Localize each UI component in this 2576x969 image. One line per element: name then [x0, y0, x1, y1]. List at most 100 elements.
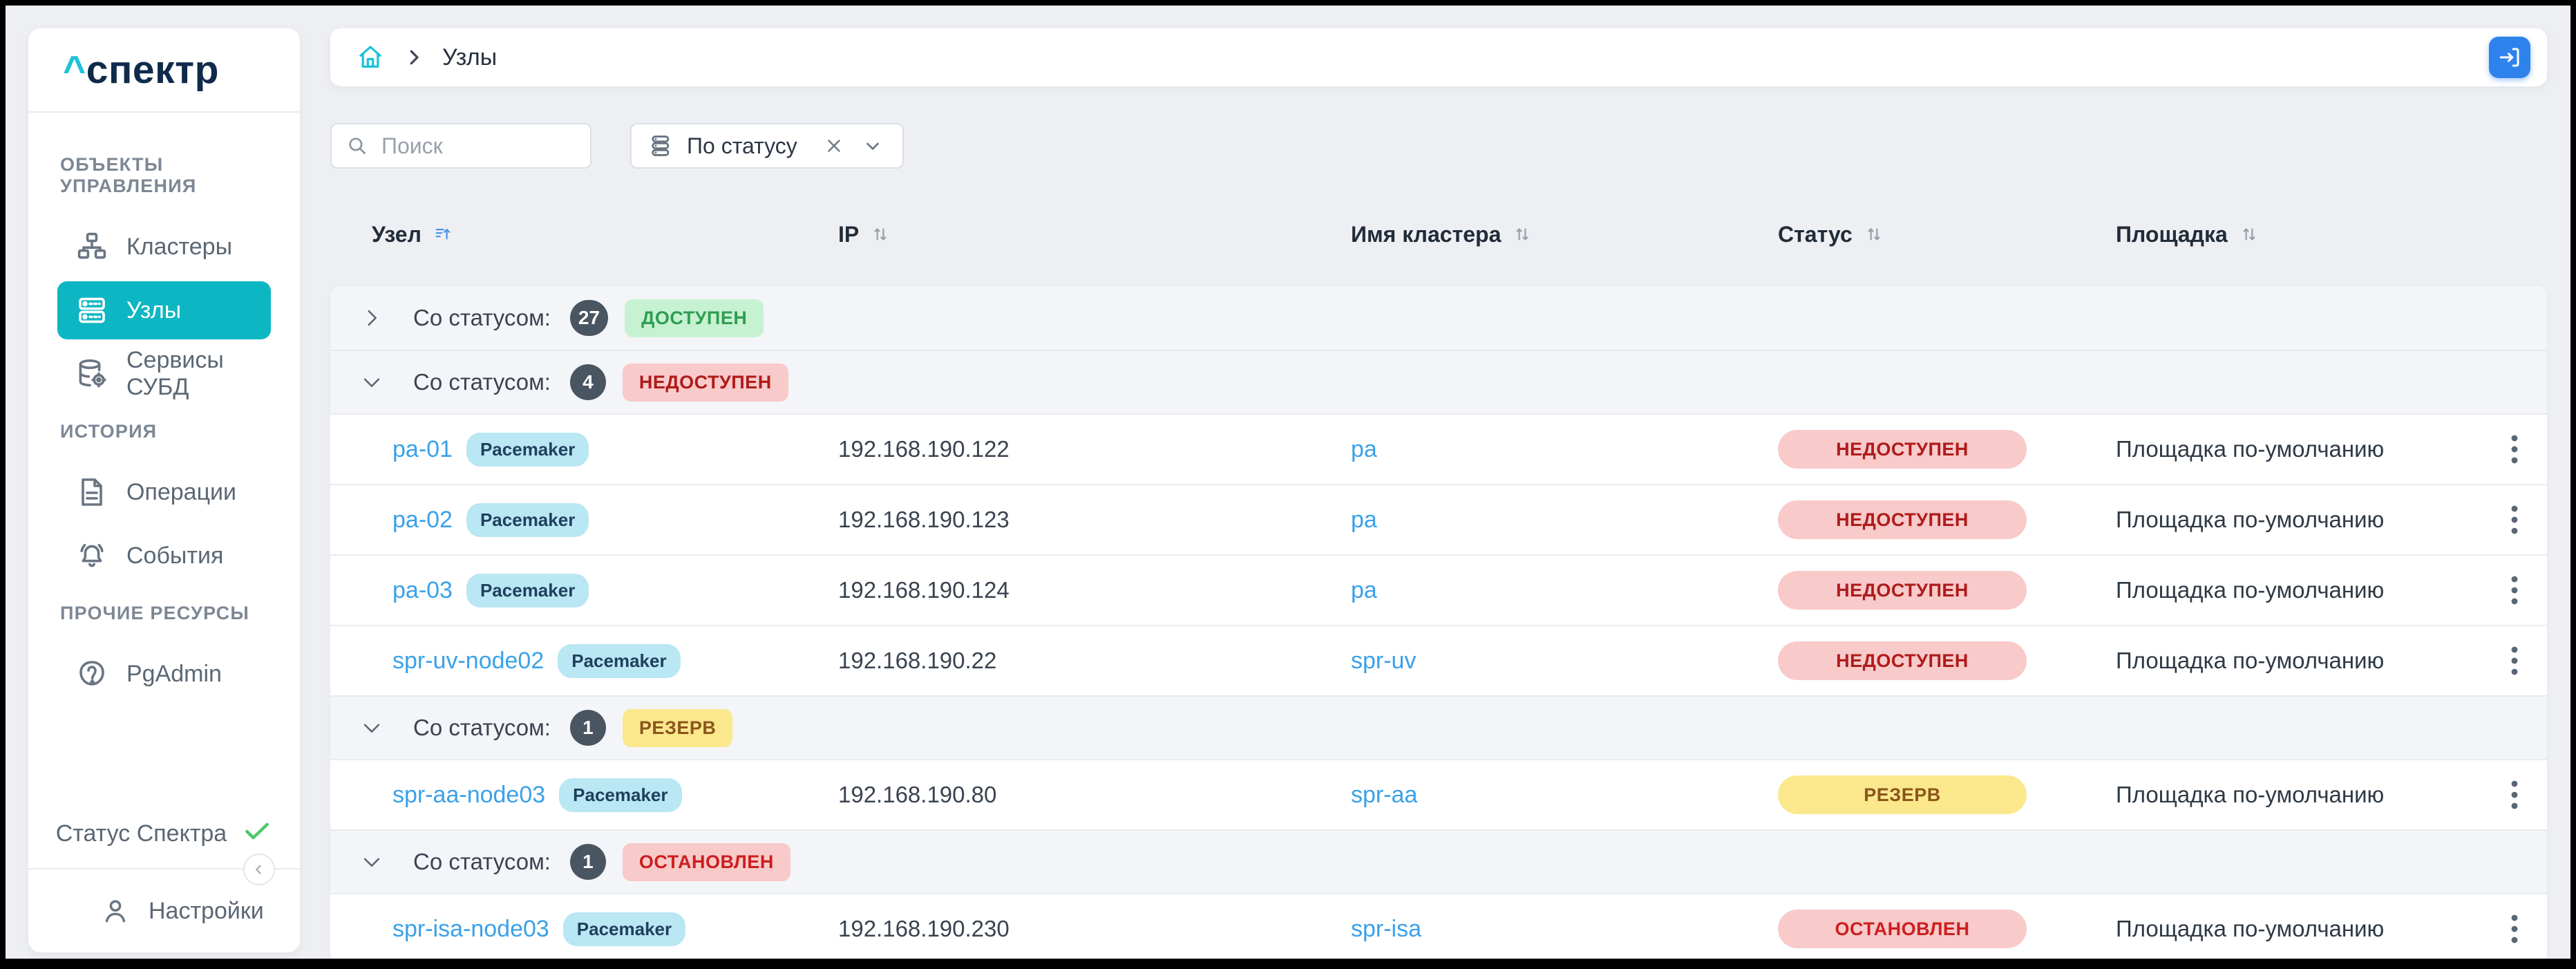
- kebab-icon: [2510, 433, 2519, 466]
- node-tag: Pacemaker: [466, 574, 589, 608]
- sidebar-bottom: Статус Спектра Настройки: [28, 799, 300, 952]
- group-row[interactable]: Со статусом: 27 ДОСТУПЕН: [330, 286, 2547, 350]
- pgadmin-icon: [75, 657, 108, 690]
- status-filter[interactable]: По статусу: [630, 123, 904, 169]
- row-menu-button[interactable]: [2503, 771, 2526, 818]
- logo-word: спектр: [86, 48, 219, 92]
- ip-value: 192.168.190.123: [838, 507, 1351, 533]
- node-tag: Pacemaker: [466, 503, 589, 537]
- column-header-1[interactable]: Узел: [330, 222, 838, 247]
- table-row: spr-uv-node02 Pacemaker 192.168.190.22 s…: [330, 625, 2547, 695]
- kebab-icon: [2510, 912, 2519, 946]
- sidebar-item-db-services[interactable]: Сервисы СУБД: [57, 345, 271, 403]
- home-icon[interactable]: [357, 44, 384, 71]
- node-tag: Pacemaker: [563, 912, 685, 946]
- group-row[interactable]: Со статусом: 4 НЕДОСТУПЕН: [330, 350, 2547, 413]
- search-icon: [345, 134, 369, 158]
- logo-caret: ^: [63, 48, 86, 92]
- kebab-icon: [2510, 574, 2519, 607]
- column-header-label: IP: [838, 222, 859, 247]
- check-icon: [242, 816, 272, 852]
- site-value: Площадка по-умолчанию: [2116, 577, 2482, 603]
- node-link[interactable]: spr-isa-node03: [392, 916, 549, 943]
- sidebar-section-label: ОБЪЕКТЫ УПРАВЛЕНИЯ: [60, 154, 271, 197]
- group-chevron-icon[interactable]: [330, 850, 413, 874]
- cluster-link[interactable]: pa: [1351, 436, 1377, 462]
- sidebar-item-nodes[interactable]: Узлы: [57, 281, 271, 339]
- group-row[interactable]: Со статусом: 1 РЕЗЕРВ: [330, 695, 2547, 759]
- group-row[interactable]: Со статусом: 1 ОСТАНОВЛЕН: [330, 829, 2547, 893]
- status-badge: НЕДОСТУПЕН: [1778, 571, 2027, 610]
- sidebar-item-events[interactable]: События: [57, 527, 271, 585]
- column-header-3[interactable]: Имя кластера: [1351, 222, 1778, 247]
- row-menu-button[interactable]: [2503, 426, 2526, 473]
- filter-label: По статусу: [687, 133, 820, 159]
- group-count-badge: 4: [570, 364, 606, 400]
- group-chevron-icon[interactable]: [330, 370, 413, 394]
- operations-icon: [75, 476, 108, 509]
- chevron-down-icon[interactable]: [849, 131, 887, 160]
- ip-value: 192.168.190.124: [838, 577, 1351, 603]
- site-value: Площадка по-умолчанию: [2116, 436, 2482, 462]
- cluster-link[interactable]: pa: [1351, 507, 1377, 533]
- node-link[interactable]: pa-02: [392, 507, 453, 534]
- group-label: Со статусом:: [413, 305, 551, 331]
- cluster-link[interactable]: spr-isa: [1351, 916, 1421, 942]
- group-chevron-icon[interactable]: [330, 716, 413, 740]
- row-menu-button[interactable]: [2503, 905, 2526, 952]
- search-input[interactable]: [381, 133, 576, 159]
- table-body: Со статусом: 27 ДОСТУПЕН Со статусом: 4 …: [330, 286, 2547, 959]
- site-value: Площадка по-умолчанию: [2116, 507, 2482, 533]
- cluster-link[interactable]: spr-uv: [1351, 648, 1416, 674]
- group-count-badge: 27: [570, 300, 608, 336]
- row-menu-button[interactable]: [2503, 567, 2526, 614]
- kebab-icon: [2510, 778, 2519, 811]
- status-badge: НЕДОСТУПЕН: [1778, 430, 2027, 469]
- collapse-sidebar-button[interactable]: [243, 854, 275, 885]
- sort-icon: [1864, 224, 1884, 245]
- sidebar-nav: ОБЪЕКТЫ УПРАВЛЕНИЯ Кластеры Узлы Сервисы…: [28, 113, 300, 703]
- table-row: pa-02 Pacemaker 192.168.190.123 pa НЕДОС…: [330, 484, 2547, 554]
- column-header-2[interactable]: IP: [838, 222, 1351, 247]
- nodes-icon: [75, 294, 108, 327]
- column-header-5[interactable]: Площадка: [2116, 222, 2482, 247]
- column-header-label: Узел: [372, 222, 422, 247]
- login-button[interactable]: [2489, 37, 2530, 78]
- site-value: Площадка по-умолчанию: [2116, 648, 2482, 674]
- filter-clear-icon[interactable]: [820, 131, 849, 160]
- sidebar-item-label: События: [126, 543, 223, 570]
- row-menu-button[interactable]: [2503, 496, 2526, 543]
- row-menu-button[interactable]: [2503, 637, 2526, 684]
- table-header: Узел IP Имя кластера Статус Площадка: [330, 210, 2547, 258]
- table-row: pa-01 Pacemaker 192.168.190.122 pa НЕДОС…: [330, 413, 2547, 484]
- cluster-link[interactable]: pa: [1351, 577, 1377, 603]
- status-badge: НЕДОСТУПЕН: [1778, 641, 2027, 680]
- sidebar-item-clusters[interactable]: Кластеры: [57, 218, 271, 276]
- column-header-label: Имя кластера: [1351, 222, 1501, 247]
- column-header-4[interactable]: Статус: [1778, 222, 2116, 247]
- site-value: Площадка по-умолчанию: [2116, 916, 2482, 942]
- sidebar-item-operations[interactable]: Операции: [57, 463, 271, 521]
- column-header-label: Площадка: [2116, 222, 2228, 247]
- node-link[interactable]: spr-aa-node03: [392, 782, 545, 809]
- node-link[interactable]: pa-03: [392, 577, 453, 604]
- events-icon: [75, 539, 108, 572]
- clusters-icon: [75, 230, 108, 263]
- group-label: Со статусом:: [413, 715, 551, 741]
- sort-icon: [433, 224, 453, 245]
- node-tag: Pacemaker: [559, 778, 681, 812]
- node-link[interactable]: spr-uv-node02: [392, 648, 544, 675]
- sidebar-item-pgadmin[interactable]: PgAdmin: [57, 645, 271, 703]
- column-header-label: Статус: [1778, 222, 1853, 247]
- db-services-icon: [75, 357, 108, 391]
- site-value: Площадка по-умолчанию: [2116, 782, 2482, 808]
- group-status-badge: ОСТАНОВЛЕН: [623, 843, 790, 881]
- sidebar-divider: [28, 868, 300, 869]
- chevron-left-icon: [250, 860, 268, 878]
- breadcrumb-current: Узлы: [442, 44, 497, 71]
- cluster-link[interactable]: spr-aa: [1351, 782, 1417, 808]
- group-chevron-icon[interactable]: [330, 306, 413, 330]
- group-count-badge: 1: [570, 710, 606, 746]
- node-link[interactable]: pa-01: [392, 436, 453, 463]
- table-row: spr-aa-node03 Pacemaker 192.168.190.80 s…: [330, 759, 2547, 829]
